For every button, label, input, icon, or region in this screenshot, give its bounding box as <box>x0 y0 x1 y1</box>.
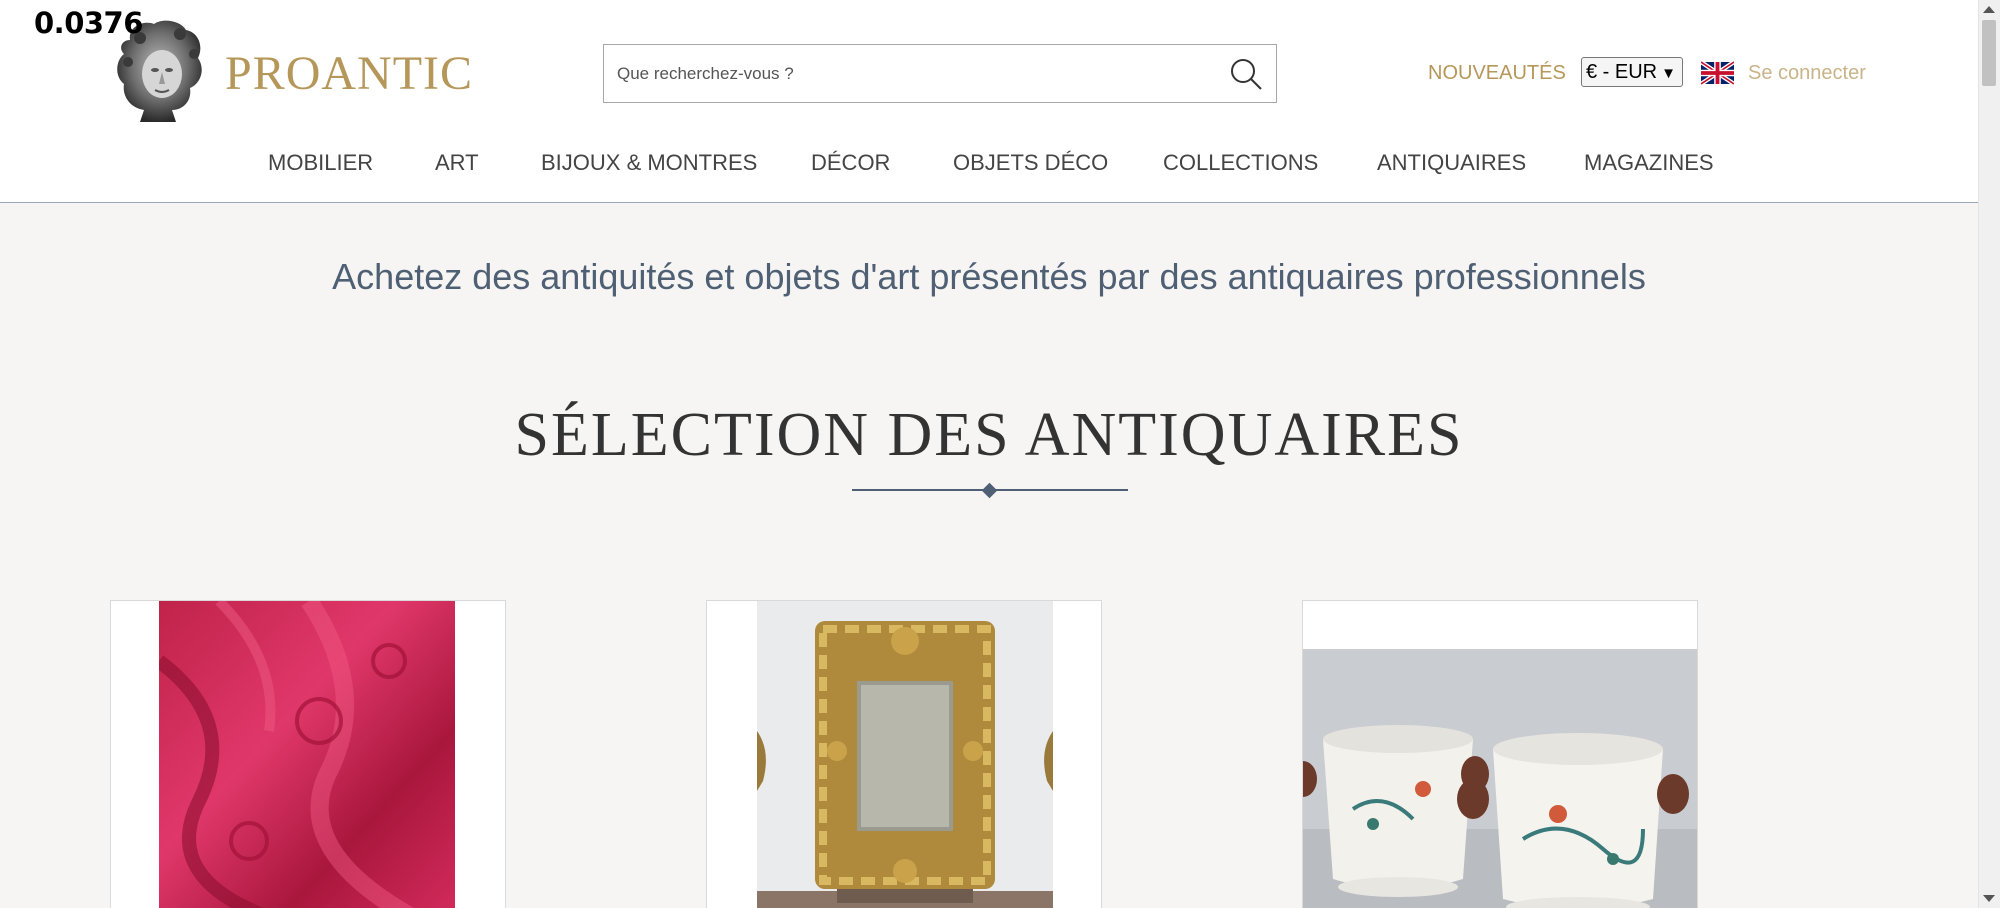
scroll-up-icon[interactable] <box>1983 6 1995 13</box>
nav-item-mobilier[interactable]: MOBILIER <box>268 150 373 176</box>
hero-tagline: Achetez des antiquités et objets d'art p… <box>332 256 1646 297</box>
product-card[interactable] <box>110 600 506 908</box>
search-icon[interactable] <box>1228 56 1264 92</box>
new-arrivals-link[interactable]: NOUVEAUTÉS <box>1428 62 1566 85</box>
nav-item-magazines[interactable]: MAGAZINES <box>1584 150 1714 176</box>
product-image-porcelain-pots[interactable] <box>1303 649 1698 908</box>
nav-item-art[interactable]: ART <box>435 150 479 176</box>
scroll-down-icon[interactable] <box>1983 895 1995 902</box>
product-image-gilt-mirror[interactable] <box>757 601 1053 908</box>
currency-select[interactable]: € - EUR ▼ <box>1581 57 1683 87</box>
chevron-down-icon: ▼ <box>1661 65 1676 82</box>
uk-flag-icon[interactable] <box>1701 61 1734 85</box>
brand-name[interactable]: PROANTIC <box>225 46 473 101</box>
product-card[interactable] <box>1302 600 1698 908</box>
scroll-thumb[interactable] <box>1982 20 1996 86</box>
scrollbar[interactable] <box>1978 0 2000 908</box>
nav-item-collections[interactable]: COLLECTIONS <box>1163 150 1318 176</box>
login-link[interactable]: Se connecter <box>1748 62 1866 85</box>
nav-item-decor[interactable]: DÉCOR <box>811 150 890 176</box>
product-card[interactable] <box>706 600 1102 908</box>
nav-item-antiquaires[interactable]: ANTIQUAIRES <box>1377 150 1526 176</box>
product-image-red-fabric[interactable] <box>159 601 455 908</box>
site-header: PROANTIC NOUVEAUTÉS € - EUR ▼ Se connect… <box>0 0 1978 203</box>
overlay-value: 0.0376 <box>34 6 143 40</box>
nav-item-bijoux-montres[interactable]: BIJOUX & MONTRES <box>541 150 757 176</box>
search-bar <box>603 44 1277 103</box>
currency-value: € - EUR <box>1586 61 1658 83</box>
section-title: SÉLECTION DES ANTIQUAIRES <box>514 401 1464 469</box>
nav-item-objets-deco[interactable]: OBJETS DÉCO <box>953 150 1108 176</box>
search-input[interactable] <box>604 45 1204 102</box>
title-divider-ornament <box>981 482 998 499</box>
main-nav: MOBILIER ART BIJOUX & MONTRES DÉCOR OBJE… <box>0 150 1978 180</box>
